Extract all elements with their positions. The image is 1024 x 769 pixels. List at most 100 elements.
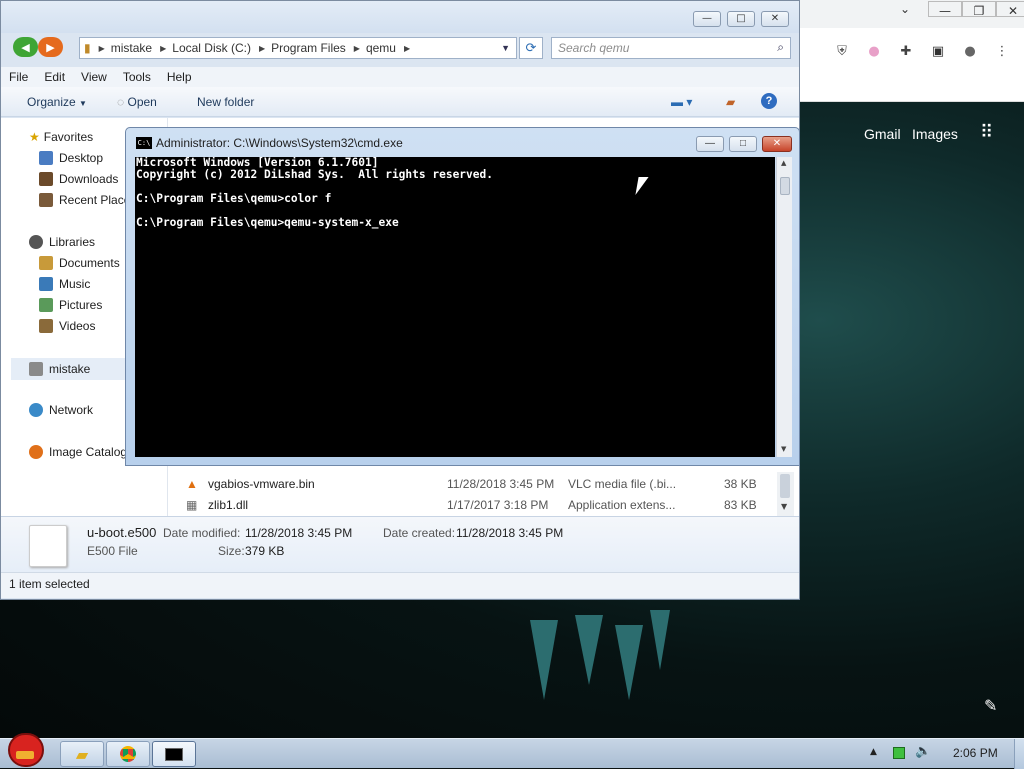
cmd-close-button[interactable]: ✕ (762, 136, 792, 152)
nav-desktop[interactable]: Desktop (39, 151, 103, 165)
file-list-scrollbar[interactable]: ▼ (777, 472, 794, 516)
nav-music[interactable]: Music (39, 277, 90, 291)
taskbar: ▰ ▲ 🔈 2:06 PM (0, 733, 1024, 769)
bird-beak-icon (16, 751, 34, 759)
nav-downloads[interactable]: Downloads (39, 172, 118, 186)
explorer-maximize-button[interactable]: □ (727, 11, 755, 27)
nav-network-label: Network (49, 403, 94, 417)
explorer-titlebar: — □ ✕ (1, 1, 799, 33)
file-name: vgabios-vmware.bin (208, 477, 315, 491)
taskbar-chrome-button[interactable] (106, 741, 150, 767)
created-label: Date created: (383, 526, 456, 540)
chevron-right-icon: ▶ (98, 43, 105, 53)
menu-help[interactable]: Help (159, 67, 200, 87)
extensions-puzzle-icon[interactable]: ✚ (895, 40, 917, 62)
wallpaper-fang (530, 620, 558, 700)
downloads-icon (39, 172, 53, 186)
ublock-extension-icon[interactable]: ⛨ (831, 40, 853, 62)
modified-label: Date modified: (163, 526, 241, 540)
side-panel-icon[interactable]: ▣ (927, 40, 949, 62)
selected-file-type: E500 File (87, 544, 138, 558)
recent-places-icon (39, 193, 53, 207)
menu-tools[interactable]: Tools (115, 67, 159, 87)
nav-libraries[interactable]: Libraries (29, 235, 95, 249)
start-button[interactable] (2, 729, 48, 769)
show-desktop-button[interactable] (1014, 739, 1024, 769)
search-input[interactable]: Search qemu ⌕ (551, 37, 791, 59)
menu-bar: File Edit View Tools Help (1, 67, 799, 87)
chrome-tab-search-icon[interactable]: ⌄ (888, 0, 922, 18)
forward-button[interactable]: ▶ (38, 37, 63, 57)
breadcrumb-mistake[interactable]: mistake (111, 41, 152, 55)
breadcrumb-local-disk[interactable]: Local Disk (C:) (172, 41, 251, 55)
wallpaper-fang (650, 610, 670, 670)
taskbar-cmd-button[interactable] (152, 741, 196, 767)
nav-documents[interactable]: Documents (39, 256, 120, 270)
back-button[interactable]: ◀ (13, 37, 38, 57)
breadcrumb-qemu[interactable]: qemu (366, 41, 396, 55)
cmd-minimize-button[interactable]: — (696, 136, 724, 152)
customize-pencil-icon[interactable]: ✎ (984, 696, 997, 716)
scroll-down-icon[interactable]: ▼ (781, 445, 786, 453)
chrome-close-button[interactable]: ✕ (996, 1, 1024, 18)
chrome-restore-button[interactable]: ❐ (962, 1, 996, 18)
chrome-minimize-button[interactable]: — (928, 1, 962, 18)
cmd-scrollbar[interactable]: ▲ ▼ (776, 157, 792, 457)
scroll-thumb[interactable] (780, 474, 790, 498)
menu-view[interactable]: View (73, 67, 115, 87)
flag-extension-icon[interactable]: ● (863, 40, 885, 62)
search-icon[interactable]: ⌕ (777, 40, 784, 55)
cmd-scroll-thumb[interactable] (780, 177, 790, 195)
menu-edit[interactable]: Edit (36, 67, 73, 87)
created-value: 11/28/2018 3:45 PM (456, 526, 564, 540)
command-bar: Organize ▼ ◌ Open New folder ▬ ▾ ▰ ? (1, 87, 799, 117)
chrome-toolbar: ⌄ — ❐ ✕ ⛨ ● ✚ ▣ ● ⋮ (800, 0, 1024, 102)
selected-file-name: u-boot.e500 (87, 525, 157, 540)
nav-libraries-label: Libraries (49, 235, 96, 249)
pictures-icon (39, 298, 53, 312)
breadcrumb-program-files[interactable]: Program Files (271, 41, 346, 55)
power-tray-icon[interactable] (893, 747, 905, 759)
nav-videos[interactable]: Videos (39, 319, 95, 333)
open-button[interactable]: ◌ Open (117, 95, 157, 109)
libraries-icon (29, 235, 43, 249)
file-row[interactable]: ▦ zlib1.dll 1/17/2017 3:18 PM Applicatio… (186, 495, 776, 515)
refresh-button[interactable]: ⟳ (519, 37, 543, 59)
nav-documents-label: Documents (59, 256, 120, 270)
file-date: 1/17/2017 3:18 PM (447, 498, 549, 512)
file-preview-icon (29, 525, 67, 567)
open-label: Open (127, 95, 157, 109)
images-link[interactable]: Images (912, 126, 958, 142)
gmail-link[interactable]: Gmail (864, 126, 901, 142)
scroll-down-icon[interactable]: ▼ (781, 502, 787, 511)
size-value: 379 KB (245, 544, 285, 558)
menu-file[interactable]: File (1, 67, 36, 87)
explorer-minimize-button[interactable]: — (693, 11, 721, 27)
taskbar-explorer-button[interactable]: ▰ (60, 741, 104, 767)
organize-button[interactable]: Organize ▼ (27, 95, 87, 109)
cmd-maximize-button[interactable]: □ (729, 136, 757, 152)
apps-grid-icon[interactable]: ⠿ (980, 122, 993, 143)
nav-favorites[interactable]: ★ Favorites (29, 130, 93, 144)
nav-music-label: Music (59, 277, 91, 291)
help-icon[interactable]: ? (761, 93, 777, 109)
show-hidden-icons[interactable]: ▲ (870, 747, 877, 757)
view-options-icon[interactable]: ▬ ▾ (671, 95, 692, 109)
nav-image-catalog[interactable]: Image Catalog (29, 445, 127, 459)
clock[interactable]: 2:06 PM (953, 746, 998, 760)
scroll-up-icon[interactable]: ▲ (781, 159, 786, 167)
folder-icon: ▮ (84, 41, 91, 55)
chrome-menu-icon[interactable]: ⋮ (991, 40, 1013, 62)
address-bar[interactable]: ▮ ▶ mistake ▶ Local Disk (C:) ▶ Program … (79, 37, 517, 59)
cmd-console[interactable]: Microsoft Windows [Version 6.1.7601] Copy… (135, 157, 775, 457)
nav-pictures[interactable]: Pictures (39, 298, 102, 312)
preview-pane-icon[interactable]: ▰ (726, 95, 735, 109)
volume-icon[interactable]: 🔈 (915, 744, 931, 759)
cmd-window: C:\ Administrator: C:\Windows\System32\c… (125, 127, 800, 466)
file-row[interactable]: ▲ vgabios-vmware.bin 11/28/2018 3:45 PM … (186, 474, 776, 494)
nav-network[interactable]: Network (29, 403, 93, 417)
address-dropdown-icon[interactable]: ▼ (501, 43, 510, 53)
explorer-close-button[interactable]: ✕ (761, 11, 789, 27)
profile-avatar-icon[interactable]: ● (959, 40, 981, 62)
new-folder-button[interactable]: New folder (197, 95, 254, 109)
